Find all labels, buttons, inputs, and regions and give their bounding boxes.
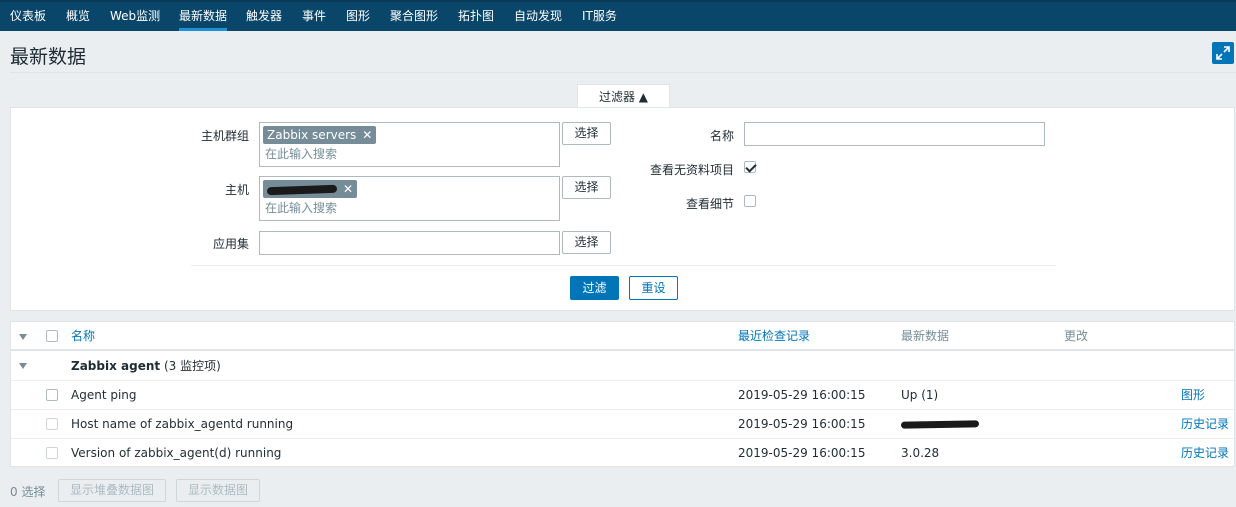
- column-last-value-header: 最新数据: [901, 329, 950, 343]
- host-tag: ✕: [263, 180, 358, 198]
- table-row: Host name of zabbix_agentd running 2019-…: [11, 410, 1234, 439]
- item-last-value: Up (1): [901, 388, 939, 402]
- selected-count: 0 选择: [10, 485, 46, 499]
- table-row: Version of zabbix_agent(d) running 2019-…: [11, 439, 1234, 468]
- group-name: Zabbix agent: [71, 359, 161, 373]
- item-last-check: 2019-05-29 16:00:15: [738, 417, 866, 431]
- nav-item-web[interactable]: Web监测: [110, 2, 160, 31]
- host-group-tag: Zabbix servers ✕: [263, 126, 377, 144]
- host-groups-search-input[interactable]: [265, 147, 525, 161]
- filter-toggle-tab[interactable]: 过滤器 ▲: [577, 84, 670, 108]
- host-groups-label: 主机群组: [200, 129, 249, 143]
- item-name: Version of zabbix_agent(d) running: [71, 446, 282, 460]
- host-groups-multiselect[interactable]: Zabbix servers ✕: [259, 122, 560, 167]
- history-link[interactable]: 历史记录: [1181, 410, 1229, 439]
- show-without-data-checkbox[interactable]: [744, 161, 756, 173]
- nav-item-screens[interactable]: 聚合图形: [390, 2, 438, 31]
- show-without-data-label: 查看无资料项目: [649, 163, 734, 177]
- latest-data-table: 名称 最近检查记录 最新数据 更改 Zabbix agent (3 监控项) A…: [10, 321, 1235, 467]
- filter-divider: [191, 265, 1056, 266]
- row-checkbox[interactable]: [46, 389, 58, 401]
- name-input[interactable]: [744, 122, 1045, 146]
- nav-item-graphs[interactable]: 图形: [346, 2, 370, 31]
- fullscreen-button[interactable]: [1212, 42, 1234, 64]
- table-header: 名称 最近检查记录 最新数据 更改: [11, 322, 1234, 351]
- host-groups-select-button[interactable]: 选择: [562, 122, 611, 145]
- top-navigation: 仪表板 概览 Web监测 最新数据 触发器 事件 图形 聚合图形 拓扑图 自动发…: [0, 0, 1236, 31]
- row-checkbox[interactable]: [46, 418, 58, 430]
- row-checkbox[interactable]: [46, 447, 58, 459]
- show-details-checkbox[interactable]: [744, 195, 756, 207]
- nav-item-latest-data[interactable]: 最新数据: [179, 2, 228, 31]
- table-row: Agent ping 2019-05-29 16:00:15 Up (1) 图形: [11, 381, 1234, 410]
- group-title: Zabbix agent (3 监控项): [71, 352, 221, 381]
- reset-filter-button[interactable]: 重设: [629, 276, 678, 300]
- header-divider: [10, 72, 1236, 73]
- nav-item-events[interactable]: 事件: [302, 2, 326, 31]
- collapse-group-icon[interactable]: [19, 363, 27, 369]
- item-name: Agent ping: [71, 388, 137, 402]
- history-link[interactable]: 历史记录: [1181, 439, 1229, 468]
- column-name-header[interactable]: 名称: [71, 322, 95, 351]
- redacted-host-name: [266, 184, 338, 195]
- column-last-check-header[interactable]: 最近检查记录: [738, 322, 810, 351]
- hosts-label: 主机: [224, 183, 249, 197]
- applications-input[interactable]: [259, 231, 560, 255]
- item-last-value-redacted: [900, 410, 980, 439]
- hosts-search-input[interactable]: [265, 201, 525, 215]
- graph-button[interactable]: 显示数据图: [176, 479, 260, 502]
- apply-filter-button[interactable]: 过滤: [570, 276, 619, 300]
- item-last-check: 2019-05-29 16:00:15: [738, 446, 866, 460]
- graph-link[interactable]: 图形: [1181, 381, 1205, 410]
- nav-item-dashboard[interactable]: 仪表板: [10, 2, 46, 31]
- page-title: 最新数据: [10, 46, 87, 68]
- nav-item-maps[interactable]: 拓扑图: [458, 2, 494, 31]
- item-last-value: 3.0.28: [901, 446, 940, 460]
- collapse-all-icon[interactable]: [19, 334, 27, 340]
- column-change-header: 更改: [1064, 329, 1089, 343]
- nav-item-discovery[interactable]: 自动发现: [514, 2, 562, 31]
- applications-select-button[interactable]: 选择: [562, 231, 611, 254]
- fullscreen-icon: [1216, 46, 1230, 60]
- remove-tag-icon[interactable]: ✕: [362, 128, 372, 142]
- hosts-multiselect[interactable]: ✕: [259, 176, 560, 221]
- nav-item-triggers[interactable]: 触发器: [246, 2, 282, 31]
- remove-tag-icon[interactable]: ✕: [343, 182, 353, 196]
- item-name: Host name of zabbix_agentd running: [71, 417, 294, 431]
- host-group-tag-label: Zabbix servers: [267, 128, 357, 142]
- select-all-checkbox[interactable]: [46, 330, 58, 342]
- nav-item-it-services[interactable]: IT服务: [582, 2, 617, 31]
- nav-item-overview[interactable]: 概览: [66, 2, 90, 31]
- show-details-label: 查看细节: [685, 197, 734, 211]
- filter-panel: 主机群组 Zabbix servers ✕ 选择 主机 ✕ 选择 应用集 选择 名…: [10, 107, 1235, 311]
- name-label: 名称: [709, 129, 734, 143]
- stacked-graph-button[interactable]: 显示堆叠数据图: [58, 479, 166, 502]
- application-group-row: Zabbix agent (3 监控项): [11, 352, 1234, 381]
- redacted-value: [900, 420, 980, 429]
- hosts-select-button[interactable]: 选择: [562, 176, 611, 199]
- item-last-check: 2019-05-29 16:00:15: [738, 388, 866, 402]
- group-count: (3 监控项): [163, 359, 221, 373]
- applications-label: 应用集: [212, 237, 249, 251]
